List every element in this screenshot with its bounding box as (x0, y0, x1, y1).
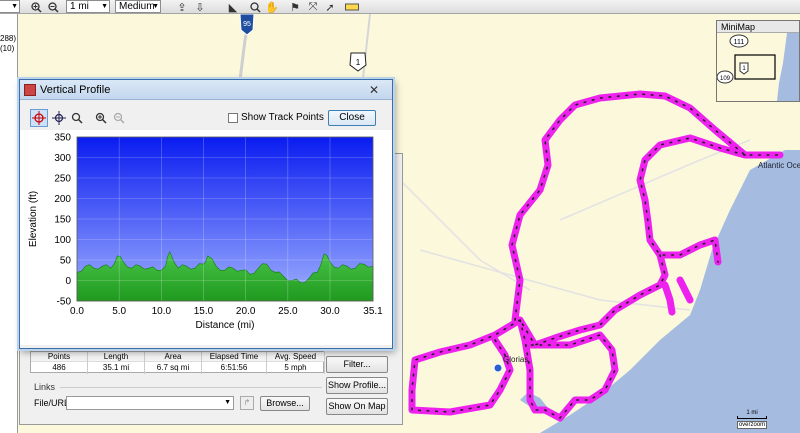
minimap-shield-111: 111 (729, 34, 749, 48)
svg-text:111: 111 (734, 39, 745, 46)
vertical-profile-titlebar[interactable]: Vertical Profile ✕ (20, 80, 392, 100)
stat-value: 5 mph (284, 363, 307, 372)
y-tick-label: 100 (54, 235, 71, 246)
svg-text:1: 1 (356, 58, 361, 67)
x-tick-label: 30.0 (320, 306, 340, 317)
send-to-device-icon[interactable]: ⇪ (175, 0, 189, 14)
x-tick-label: 20.0 (236, 306, 256, 317)
scale-select-value: 1 mi (70, 1, 89, 12)
show-track-points-label: Show Track Points (241, 112, 324, 123)
receive-from-device-icon[interactable]: ⇩ (193, 0, 207, 14)
toolbar-dropdown-left[interactable]: ▼ (0, 0, 20, 13)
stat-header: Points (31, 352, 87, 362)
measure-tool-icon[interactable] (343, 0, 361, 14)
x-tick-label: 25.0 (278, 306, 298, 317)
stat-header: Length (88, 352, 144, 362)
vertical-profile-window: Vertical Profile ✕ Show Track Points Clo… (19, 79, 393, 349)
zoom-tool-icon[interactable] (248, 0, 262, 14)
stat-header: Area (145, 352, 201, 362)
left-panel-count-2: (10) (0, 44, 15, 53)
filter-button[interactable]: Filter... (326, 356, 388, 373)
show-on-map-button[interactable]: Show On Map (326, 398, 388, 415)
svg-text:95: 95 (243, 21, 251, 28)
stat-value: 486 (52, 363, 66, 372)
links-group-label: Links (34, 382, 56, 392)
x-tick-label: 15.0 (194, 306, 214, 317)
stat-cell: Area 6.7 sq mi (145, 352, 202, 374)
chevron-down-icon[interactable]: ▼ (224, 397, 231, 409)
zoom-out-icon[interactable] (110, 109, 128, 127)
x-tick-label: 10.0 (152, 306, 172, 317)
svg-text:109: 109 (720, 76, 731, 82)
x-axis-label: Distance (mi) (196, 320, 255, 331)
y-tick-label: 200 (54, 194, 71, 205)
stat-header: Elapsed Time (202, 352, 266, 362)
minimap-panel[interactable]: MiniMap 111 1 109 (716, 20, 800, 102)
x-tick-label: 35.1 (363, 306, 383, 317)
left-panel: 288) (10) (0, 14, 18, 433)
show-profile-button[interactable]: Show Profile... (326, 377, 388, 394)
y-axis-label: Elevation (ft) (28, 191, 39, 247)
left-panel-count-1: 288) (0, 34, 17, 43)
file-url-input[interactable]: ▼ (66, 396, 234, 410)
y-tick-label: 250 (54, 174, 71, 185)
show-track-points-option[interactable]: Show Track Points (228, 112, 324, 123)
vertical-profile-title: Vertical Profile (40, 84, 111, 96)
minimap-shield-1: 1 (739, 62, 749, 75)
y-tick-label: 0 (65, 276, 71, 287)
map-scale-bar (737, 416, 767, 419)
y-tick-label: 300 (54, 153, 71, 164)
waypoint-flag-icon[interactable]: ⚑ (288, 0, 302, 14)
track-stats-table: Points 486 Length 35.1 mi Area 6.7 sq mi Elaps… (30, 351, 325, 374)
stat-value: 6:51:56 (220, 363, 248, 372)
select-arrow-icon[interactable]: ➚ (323, 0, 337, 14)
stat-cell: Avg. Speed 5 mph (267, 352, 325, 374)
close-icon[interactable]: ✕ (366, 83, 382, 97)
minimap-title: MiniMap (717, 21, 799, 33)
y-tick-label: 350 (54, 133, 71, 144)
zoom-in-icon[interactable] (29, 0, 43, 14)
stat-cell: Points 486 (31, 352, 88, 374)
y-tick-label: 50 (60, 256, 72, 267)
zoom-out-icon[interactable] (46, 0, 60, 14)
detail-select-value: Medium (119, 1, 155, 12)
go-arrow-icon[interactable]: ↱ (240, 396, 254, 410)
close-button[interactable]: Close (328, 110, 376, 126)
y-tick-label: 150 (54, 215, 71, 226)
hand-tool-icon[interactable]: ✋ (265, 0, 279, 14)
ocean-label: Atlantic Ocea (758, 161, 800, 170)
elevation-chart[interactable]: 350300250200150100500-500.0 5.0 10.0 15.0 20… (20, 130, 392, 345)
minimap-view[interactable]: 111 1 109 (716, 33, 799, 101)
zoom-in-icon[interactable] (92, 109, 110, 127)
map-scale: 1 mi overzoom (737, 410, 767, 429)
waypoint-label: Glorias (503, 355, 528, 364)
route-tool-icon[interactable]: ⤧ (306, 0, 320, 14)
x-tick-label: 0.0 (70, 306, 84, 317)
zoom-tool-icon[interactable] (68, 109, 86, 127)
show-track-points-checkbox[interactable] (228, 112, 238, 123)
stat-cell: Elapsed Time 6:51:56 (202, 352, 267, 374)
crosshair-pan-icon[interactable] (50, 109, 68, 127)
stat-value: 35.1 mi (102, 363, 130, 372)
browse-button[interactable]: Browse... (260, 396, 310, 411)
stat-cell: Length 35.1 mi (88, 352, 145, 374)
crosshair-select-icon[interactable] (30, 109, 48, 127)
x-tick-label: 5.0 (112, 306, 126, 317)
main-toolbar: ▼ 1 mi ▼ Medium ▼ ⇪ ⇩ ◣ ✋ ⚑ ⤧ ➚ (0, 0, 800, 14)
stat-header: Avg. Speed (267, 352, 324, 362)
scale-select[interactable]: 1 mi ▼ (66, 0, 110, 13)
stat-value: 6.7 sq mi (156, 363, 190, 372)
detail-select[interactable]: Medium ▼ (115, 0, 161, 13)
minimap-shield-109: 109 (716, 70, 734, 84)
app-icon (24, 84, 36, 96)
map-tool-icon[interactable]: ◣ (226, 0, 240, 14)
waypoint-marker (493, 363, 503, 373)
links-divider (60, 387, 322, 388)
overzoom-badge: overzoom (737, 421, 767, 429)
